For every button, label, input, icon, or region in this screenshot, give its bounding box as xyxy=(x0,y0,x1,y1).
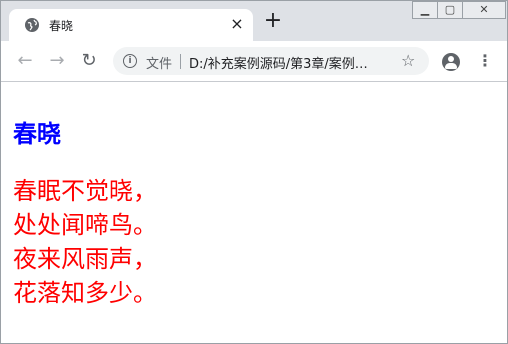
poem-line: 春眠不觉晓， xyxy=(13,177,157,205)
divider xyxy=(180,54,181,69)
browser-window: 春晓 × + ▁ ▢ ✕ ← → ↻ i 文件 D:/补充案例源码/第3章/案例… xyxy=(0,0,508,344)
star-icon[interactable]: ☆ xyxy=(401,51,415,70)
toolbar: ← → ↻ i 文件 D:/补充案例源码/第3章/案例… ☆ ⋮ xyxy=(1,41,507,82)
poem-line: 花落知多少。 xyxy=(13,279,157,307)
address-bar[interactable]: i 文件 D:/补充案例源码/第3章/案例… ☆ xyxy=(113,47,429,75)
menu-icon[interactable]: ⋮ xyxy=(477,51,493,71)
minimize-button[interactable]: ▁ xyxy=(412,1,438,19)
close-icon[interactable]: × xyxy=(229,16,245,32)
maximize-button[interactable]: ▢ xyxy=(437,1,463,19)
tab-strip: 春晓 × + ▁ ▢ ✕ xyxy=(1,1,507,41)
forward-button[interactable]: → xyxy=(47,51,67,71)
url-text[interactable]: D:/补充案例源码/第3章/案例… xyxy=(189,53,385,72)
poem-line: 处处闻啼鸟。 xyxy=(13,211,157,239)
page-heading: 春晓 xyxy=(13,120,61,148)
globe-icon xyxy=(25,18,39,32)
page-content: 春晓 春眠不觉晓， 处处闻啼鸟。 夜来风雨声， 花落知多少。 xyxy=(1,82,507,343)
window-close-button[interactable]: ✕ xyxy=(462,1,506,19)
info-icon[interactable]: i xyxy=(123,54,137,68)
account-icon[interactable] xyxy=(442,53,460,71)
reload-button[interactable]: ↻ xyxy=(79,51,99,71)
tab-active[interactable]: 春晓 × xyxy=(9,9,253,41)
scheme-label: 文件 xyxy=(146,57,173,72)
new-tab-button[interactable]: + xyxy=(263,10,283,32)
poem: 春眠不觉晓， 处处闻啼鸟。 夜来风雨声， 花落知多少。 xyxy=(13,174,157,310)
poem-line: 夜来风雨声， xyxy=(13,245,157,273)
tab-title: 春晓 xyxy=(49,19,74,33)
back-button[interactable]: ← xyxy=(15,51,35,71)
